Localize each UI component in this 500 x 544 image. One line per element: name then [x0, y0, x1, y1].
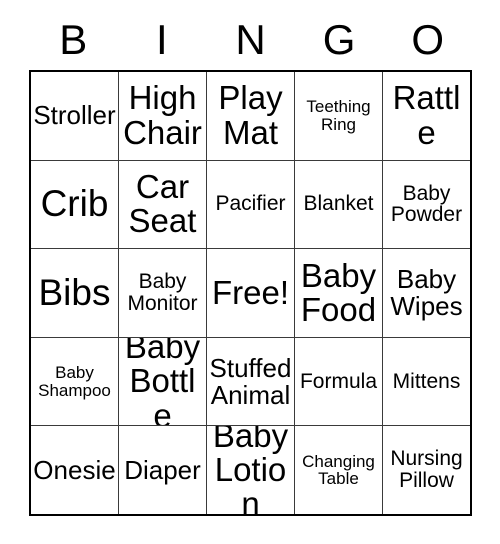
bingo-cell[interactable]: Teething Ring: [295, 72, 383, 160]
bingo-cell-label: Baby Bottle: [124, 337, 201, 426]
bingo-cell-label: Baby Powder: [390, 181, 463, 227]
bingo-row: Stroller High Chair Play Mat Teething Ri…: [31, 72, 470, 161]
bingo-cell-label: Crib: [40, 183, 109, 225]
bingo-cell-free[interactable]: Free!: [207, 249, 295, 337]
bingo-cell-label: Baby Wipes: [390, 263, 463, 321]
bingo-cell[interactable]: Rattle: [383, 72, 470, 160]
bingo-cell-label: Mittens: [392, 369, 461, 393]
bingo-cell-label: Teething Ring: [306, 97, 371, 134]
bingo-cell[interactable]: Baby Food: [295, 249, 383, 337]
bingo-cell[interactable]: Pacifier: [207, 160, 295, 249]
bingo-cell-label: Baby Monitor: [127, 270, 198, 315]
bingo-cell[interactable]: Changing Table: [295, 426, 383, 514]
bingo-cell[interactable]: Onesie: [31, 426, 119, 514]
bingo-cell[interactable]: Stroller: [31, 72, 119, 160]
bingo-cell[interactable]: Baby Shampoo: [31, 337, 119, 426]
bingo-grid: Stroller High Chair Play Mat Teething Ri…: [29, 70, 472, 516]
bingo-cell[interactable]: Crib: [31, 160, 119, 249]
bingo-header-letter-b: B: [59, 16, 88, 63]
bingo-cell[interactable]: Baby Powder: [383, 160, 470, 249]
bingo-header-letter-n: N: [235, 16, 266, 63]
bingo-row: Onesie Diaper Baby Lotion Changing Table…: [31, 426, 470, 514]
bingo-cell-label: Bibs: [38, 271, 111, 313]
bingo-cell[interactable]: Mittens: [383, 337, 470, 426]
bingo-cell-label: Stroller: [33, 100, 116, 131]
bingo-header-letter-i: I: [156, 16, 168, 63]
bingo-cell-label: Free!: [211, 273, 290, 311]
bingo-cell[interactable]: High Chair: [119, 72, 207, 160]
bingo-cell-label: Nursing Pillow: [390, 447, 463, 493]
bingo-cell[interactable]: Bibs: [31, 249, 119, 337]
bingo-cell[interactable]: Formula: [295, 337, 383, 426]
bingo-cell-label: Baby Lotion: [212, 426, 289, 514]
bingo-cell-label: Car Seat: [128, 168, 197, 240]
bingo-header-letter-g: G: [322, 16, 356, 63]
bingo-row: Crib Car Seat Pacifier Blanket Baby Powd…: [31, 160, 470, 250]
bingo-cell-label: Formula: [299, 369, 378, 393]
bingo-cell[interactable]: Baby Wipes: [383, 249, 470, 337]
bingo-cell[interactable]: Baby Monitor: [119, 249, 207, 337]
bingo-cell[interactable]: Play Mat: [207, 72, 295, 160]
bingo-cell-label: Stuffed Animal: [209, 352, 292, 410]
bingo-header-letter-o: O: [411, 16, 444, 63]
bingo-cell-label: Pacifier: [215, 192, 286, 216]
bingo-row: Baby Shampoo Baby Bottle Stuffed Animal …: [31, 337, 470, 427]
bingo-cell-label: High Chair: [123, 79, 202, 151]
bingo-cell[interactable]: Baby Bottle: [119, 337, 207, 426]
bingo-header-row: B I N G O: [29, 12, 472, 68]
bingo-cell-label: Diaper: [124, 454, 201, 485]
bingo-cell-label: Blanket: [303, 192, 374, 216]
bingo-cell[interactable]: Diaper: [119, 426, 207, 514]
bingo-cell-label: Baby Food: [300, 256, 377, 328]
bingo-cell-label: Rattle: [392, 79, 461, 151]
bingo-cell[interactable]: Nursing Pillow: [383, 426, 470, 514]
bingo-cell[interactable]: Stuffed Animal: [207, 337, 295, 426]
bingo-cell[interactable]: Baby Lotion: [207, 426, 295, 514]
bingo-cell-label: Baby Shampoo: [38, 362, 111, 400]
bingo-cell-label: Play Mat: [218, 79, 283, 151]
bingo-cell-label: Changing Table: [302, 451, 375, 489]
bingo-cell-label: Onesie: [33, 454, 116, 485]
bingo-cell[interactable]: Blanket: [295, 160, 383, 249]
bingo-cell[interactable]: Car Seat: [119, 160, 207, 249]
bingo-card: B I N G O Stroller High Chair Play Mat T…: [0, 0, 500, 544]
bingo-row: Bibs Baby Monitor Free! Baby Food Baby W…: [31, 249, 470, 338]
